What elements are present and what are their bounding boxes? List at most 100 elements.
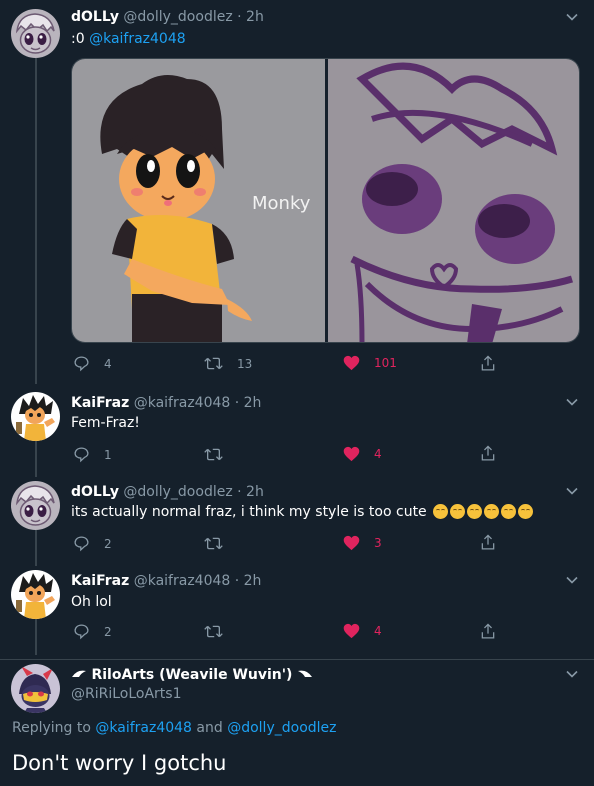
tweet-header: dOLLy @dolly_doodlez · 2h [71, 484, 264, 500]
like-button[interactable]: 3 [343, 535, 382, 551]
feather-icon [297, 667, 313, 683]
tweet-text-prefix: :0 [71, 31, 85, 47]
heart-icon [343, 623, 360, 639]
avatar-riloarts[interactable] [11, 664, 60, 713]
divider [0, 659, 594, 660]
heart-icon [343, 355, 360, 371]
main-tweet-header: RiloArts (Weavile Wuvin') [71, 667, 313, 683]
reply-button[interactable]: 4 [73, 355, 112, 372]
author-name[interactable]: KaiFraz [71, 395, 129, 411]
tweet-header: dOLLy @dolly_doodlez · 2h [71, 9, 264, 25]
retweet-button[interactable] [204, 623, 237, 640]
heart-icon [343, 446, 360, 462]
tweet-header: KaiFraz @kaifraz4048 · 2h [71, 573, 261, 589]
chevron-down-icon[interactable] [564, 9, 580, 25]
chevron-down-icon[interactable] [564, 572, 580, 588]
author-name[interactable]: dOLLy [71, 9, 119, 25]
reply-icon [74, 356, 89, 372]
relieved-emoji-icon [501, 504, 517, 519]
avatar-dolly-image [11, 481, 60, 530]
retweet-icon [204, 537, 223, 550]
chevron-down-icon[interactable] [564, 666, 580, 682]
replying-and: and [196, 720, 223, 736]
share-icon[interactable] [480, 355, 496, 372]
reply-count: 2 [104, 624, 112, 639]
tweet-text: Oh lol [71, 594, 112, 610]
like-button[interactable]: 4 [343, 446, 382, 462]
author-handle[interactable]: @kaifraz4048 [134, 573, 231, 589]
media-watermark: Monky [252, 193, 311, 214]
reply-icon [74, 624, 89, 640]
chevron-down-icon[interactable] [564, 483, 580, 499]
like-button[interactable]: 101 [343, 355, 397, 371]
mention-link[interactable]: @dolly_doodlez [227, 720, 336, 736]
reply-button[interactable]: 1 [73, 446, 112, 463]
tweet-time[interactable]: · 2h [235, 395, 262, 411]
avatar-kaifraz[interactable] [11, 570, 60, 619]
reply-count: 1 [104, 447, 112, 462]
chevron-down-icon[interactable] [564, 394, 580, 410]
relieved-emoji-icon [433, 504, 449, 519]
like-button[interactable]: 4 [343, 623, 382, 639]
like-count: 4 [374, 447, 382, 461]
relieved-emoji-icon [467, 504, 483, 519]
reply-icon [74, 447, 89, 463]
thread-line [35, 530, 37, 566]
avatar-riloarts-image [11, 664, 60, 713]
thread-line [35, 441, 37, 477]
share-icon[interactable] [480, 534, 496, 551]
avatar-kaifraz[interactable] [11, 392, 60, 441]
relieved-emoji-icon [518, 504, 534, 519]
reply-button[interactable]: 2 [73, 535, 112, 552]
tweet-time[interactable]: · 2h [235, 573, 262, 589]
avatar-kaifraz-image [11, 570, 60, 619]
like-count: 3 [374, 536, 382, 550]
media-image: Monky [72, 59, 579, 342]
retweet-button[interactable]: 13 [204, 355, 252, 372]
reply-icon [74, 536, 89, 552]
heart-icon [343, 535, 360, 551]
author-handle[interactable]: @RiRiLoLoArts1 [71, 686, 182, 702]
tweet-header: KaiFraz @kaifraz4048 · 2h [71, 395, 261, 411]
thread-line [35, 58, 37, 384]
avatar-dolly[interactable] [11, 481, 60, 530]
avatar-dolly[interactable] [11, 9, 60, 58]
tweet-text-content: its actually normal fraz, i think my sty… [71, 504, 427, 520]
retweet-button[interactable] [204, 535, 237, 552]
emoji-row [431, 504, 534, 520]
tweet-media[interactable]: Monky [71, 58, 580, 343]
author-name[interactable]: RiloArts (Weavile Wuvin') [91, 667, 292, 683]
main-tweet-text: Don't worry I gotchu [12, 751, 227, 775]
relieved-emoji-icon [484, 504, 500, 519]
tweet-time[interactable]: · 2h [237, 484, 264, 500]
thread-line [35, 619, 37, 655]
like-count: 4 [374, 624, 382, 638]
retweet-icon [204, 448, 223, 461]
reply-button[interactable]: 2 [73, 623, 112, 640]
tweet-text: its actually normal fraz, i think my sty… [71, 504, 534, 520]
author-handle[interactable]: @kaifraz4048 [134, 395, 231, 411]
author-name[interactable]: dOLLy [71, 484, 119, 500]
retweet-button[interactable] [204, 446, 237, 463]
avatar-dolly-image [11, 9, 60, 58]
share-icon[interactable] [480, 623, 496, 640]
relieved-emoji-icon [450, 504, 466, 519]
replying-to: Replying to @kaifraz4048 and @dolly_dood… [12, 720, 337, 736]
author-handle[interactable]: @dolly_doodlez [123, 9, 232, 25]
author-name[interactable]: KaiFraz [71, 573, 129, 589]
retweet-icon [204, 625, 223, 638]
feather-icon [71, 667, 87, 683]
tweet-text: :0 @kaifraz4048 [71, 31, 186, 47]
mention-link[interactable]: @kaifraz4048 [95, 720, 192, 736]
author-handle[interactable]: @dolly_doodlez [123, 484, 232, 500]
replying-prefix: Replying to [12, 720, 91, 736]
reply-count: 4 [104, 356, 112, 371]
share-icon[interactable] [480, 445, 496, 462]
reply-count: 2 [104, 536, 112, 551]
tweet-time[interactable]: · 2h [237, 9, 264, 25]
retweet-count: 13 [237, 356, 253, 371]
tweet-text: Fem-Fraz! [71, 415, 140, 431]
retweet-icon [204, 357, 223, 370]
avatar-kaifraz-image [11, 392, 60, 441]
mention-link[interactable]: @kaifraz4048 [89, 31, 186, 47]
